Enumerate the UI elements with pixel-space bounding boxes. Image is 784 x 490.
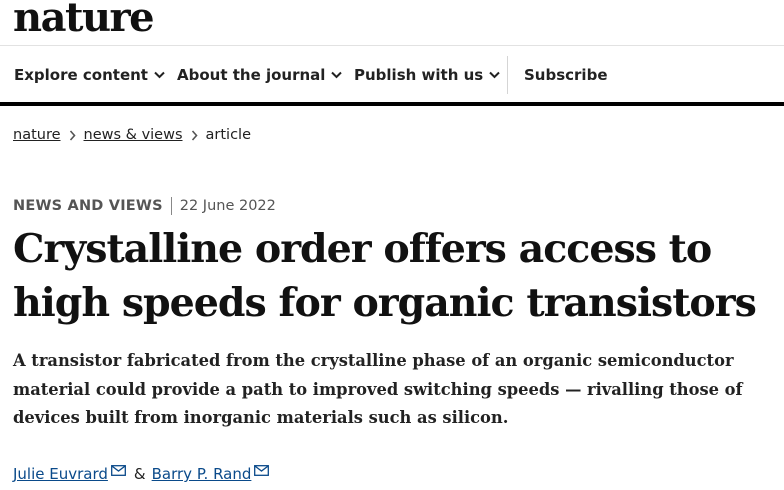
chevron-down-icon — [154, 71, 165, 79]
author-separator: & — [133, 465, 146, 483]
article-title: Crystalline order offers access to high … — [13, 226, 757, 326]
nav-publish-with-us[interactable]: Publish with us — [354, 66, 500, 84]
breadcrumb-link-nature[interactable]: nature — [13, 127, 61, 143]
nav-about-the-journal-label: About the journal — [177, 66, 326, 84]
article-meta: NEWS AND VIEWS 22 June 2022 — [13, 197, 276, 215]
article-standfirst: A transistor fabricated from the crystal… — [13, 351, 743, 427]
envelope-icon[interactable] — [254, 462, 270, 480]
publish-date: 22 June 2022 — [179, 198, 276, 214]
envelope-icon[interactable] — [110, 462, 126, 480]
article-type: NEWS AND VIEWS — [13, 198, 163, 214]
chevron-right-icon — [191, 129, 198, 141]
main-navigation: Explore content About the journal Publis… — [0, 46, 784, 106]
nav-publish-with-us-label: Publish with us — [354, 66, 484, 84]
author-list: Julie Euvrard & Barry P. Rand — [13, 462, 270, 483]
nav-explore-content-label: Explore content — [14, 66, 148, 84]
author-link[interactable]: Julie Euvrard — [13, 465, 108, 483]
breadcrumb: nature news & views article — [13, 127, 251, 143]
chevron-right-icon — [69, 129, 76, 141]
nav-explore-content[interactable]: Explore content — [14, 66, 165, 84]
chevron-down-icon — [331, 71, 343, 79]
nav-about-the-journal[interactable]: About the journal — [177, 66, 343, 84]
author-link[interactable]: Barry P. Rand — [152, 465, 252, 483]
nav-subscribe[interactable]: Subscribe — [524, 66, 608, 84]
nav-subscribe-label: Subscribe — [524, 66, 608, 84]
meta-divider — [170, 197, 172, 215]
nature-logo[interactable]: nature — [13, 0, 155, 41]
nav-divider — [507, 56, 508, 94]
breadcrumb-link-news-views[interactable]: news & views — [84, 127, 183, 143]
breadcrumb-current: article — [205, 127, 251, 143]
chevron-down-icon — [489, 71, 500, 79]
